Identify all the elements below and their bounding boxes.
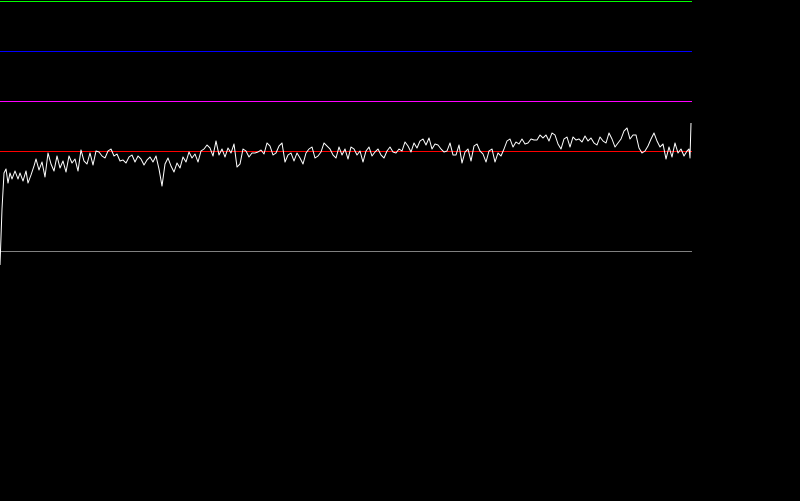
line-chart [0,0,800,501]
chart-area [0,0,800,501]
plot-background [0,0,800,501]
